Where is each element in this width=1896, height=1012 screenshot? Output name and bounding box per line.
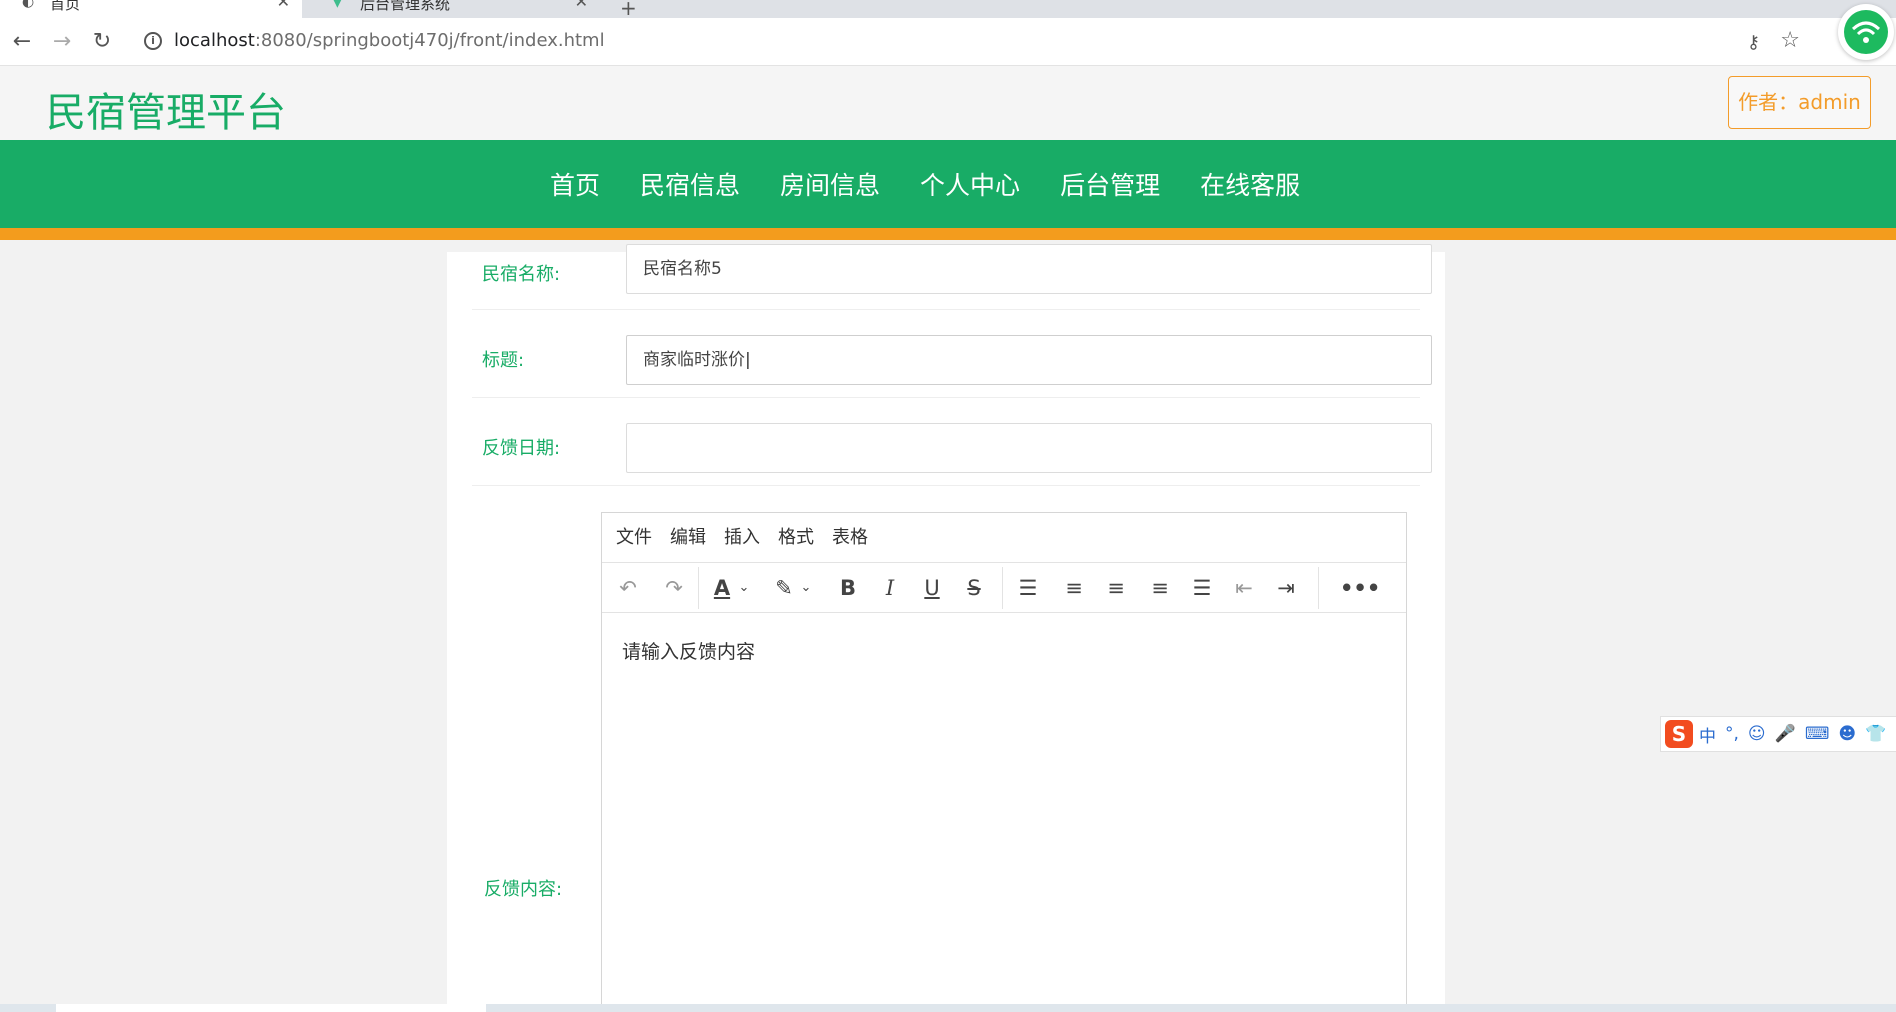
editor-toolbar: ↶ ↷ A ⌄ ✎ ⌄ B I U S ☰ ≡ ≡ ≡ ☰ ⇤ ⇥ ••• bbox=[602, 563, 1406, 613]
browser-tab-strip: ◐ 首页 ✕ ▼ 后台管理系统 ✕ + bbox=[0, 0, 1896, 20]
menu-edit[interactable]: 编辑 bbox=[670, 513, 706, 562]
new-tab-button[interactable]: + bbox=[620, 0, 637, 20]
site-title: 民宿管理平台 bbox=[46, 90, 286, 136]
content-label: 反馈内容: bbox=[484, 879, 563, 900]
line-height-icon[interactable]: ☰ bbox=[1012, 563, 1044, 613]
more-icon[interactable]: ••• bbox=[1340, 563, 1380, 613]
homestay-name-label: 民宿名称: bbox=[482, 264, 561, 285]
browser-tab-home[interactable]: ◐ 首页 ✕ bbox=[0, 0, 302, 18]
homestay-name-field[interactable]: 民宿名称5 bbox=[626, 244, 1432, 294]
italic-icon[interactable]: I bbox=[874, 563, 906, 613]
align-right-icon[interactable]: ≡ bbox=[1144, 563, 1176, 613]
forward-icon[interactable]: → bbox=[48, 28, 76, 56]
reload-icon[interactable]: ↻ bbox=[88, 28, 116, 56]
title-field[interactable]: 商家临时涨价| bbox=[626, 335, 1432, 385]
chevron-down-icon[interactable]: ⌄ bbox=[790, 563, 822, 613]
globe-icon: ◐ bbox=[22, 0, 35, 10]
browser-tab-label: 首页 bbox=[50, 0, 81, 13]
rich-text-editor: 文件 编辑 插入 格式 表格 ↶ ↷ A ⌄ ✎ ⌄ B I U S ☰ ≡ ≡… bbox=[601, 512, 1407, 1012]
bold-icon[interactable]: B bbox=[832, 563, 864, 613]
emoji-icon[interactable]: ☺ bbox=[1748, 724, 1766, 744]
bookmark-star-icon[interactable]: ☆ bbox=[1780, 28, 1800, 53]
align-justify-icon[interactable]: ☰ bbox=[1186, 563, 1218, 613]
form-row-title: 标题: 商家临时涨价| bbox=[472, 310, 1432, 398]
close-tab-icon[interactable]: ✕ bbox=[277, 0, 290, 10]
nav-item-homestay-info[interactable]: 民宿信息 bbox=[640, 166, 740, 202]
date-field[interactable] bbox=[626, 423, 1432, 473]
form-row-homestay-name: 民宿名称: 民宿名称5 bbox=[472, 244, 1432, 310]
redo-icon[interactable]: ↷ bbox=[658, 563, 690, 613]
form-row-date: 反馈日期: bbox=[472, 398, 1432, 486]
key-icon[interactable]: ⚷ bbox=[1747, 32, 1760, 53]
scrollbar-thumb[interactable] bbox=[56, 1004, 486, 1012]
underline-icon[interactable]: U bbox=[916, 563, 948, 613]
align-center-icon[interactable]: ≡ bbox=[1100, 563, 1132, 613]
ime-mode-toggle[interactable]: 中 bbox=[1699, 722, 1716, 747]
horizontal-scrollbar[interactable] bbox=[0, 1004, 1896, 1012]
ime-toolbar: S 中 °, ☺ 🎤 ⌨ ☻ 👕 bbox=[1660, 716, 1896, 752]
indent-icon[interactable]: ⇥ bbox=[1270, 563, 1302, 613]
menu-format[interactable]: 格式 bbox=[778, 513, 814, 562]
nav-item-home[interactable]: 首页 bbox=[550, 166, 600, 202]
vue-icon: ▼ bbox=[332, 0, 343, 10]
site-header: 民宿管理平台 作者：admin bbox=[0, 66, 1896, 140]
browser-toolbar: ← → ↻ i localhost:8080/springbootj470j/f… bbox=[0, 18, 1896, 66]
align-left-icon[interactable]: ≡ bbox=[1058, 563, 1090, 613]
main-nav: 首页 民宿信息 房间信息 个人中心 后台管理 在线客服 bbox=[0, 140, 1896, 240]
menu-table[interactable]: 表格 bbox=[832, 513, 868, 562]
editor-menubar: 文件 编辑 插入 格式 表格 bbox=[602, 513, 1406, 563]
nav-item-online-service[interactable]: 在线客服 bbox=[1200, 166, 1300, 202]
undo-icon[interactable]: ↶ bbox=[612, 563, 644, 613]
user-icon[interactable]: ☻ bbox=[1838, 724, 1856, 744]
nav-item-personal-center[interactable]: 个人中心 bbox=[920, 166, 1020, 202]
browser-tab-admin[interactable]: ▼ 后台管理系统 ✕ bbox=[310, 0, 600, 18]
browser-tab-label: 后台管理系统 bbox=[360, 0, 451, 13]
menu-insert[interactable]: 插入 bbox=[724, 513, 760, 562]
date-label: 反馈日期: bbox=[482, 438, 561, 459]
feedback-form: 民宿名称: 民宿名称5 标题: 商家临时涨价| 反馈日期: 反馈内容: 文件 编… bbox=[447, 244, 1445, 1012]
url-text[interactable]: localhost:8080/springbootj470j/front/ind… bbox=[174, 30, 605, 51]
wifi-icon bbox=[1844, 10, 1888, 54]
site-info-icon[interactable]: i bbox=[144, 32, 162, 50]
punctuation-icon[interactable]: °, bbox=[1725, 724, 1739, 744]
sogou-logo-icon[interactable]: S bbox=[1665, 720, 1693, 748]
skin-icon[interactable]: 👕 bbox=[1865, 724, 1886, 744]
close-tab-icon[interactable]: ✕ bbox=[575, 0, 588, 10]
menu-file[interactable]: 文件 bbox=[616, 513, 652, 562]
microphone-icon[interactable]: 🎤 bbox=[1775, 724, 1796, 744]
outdent-icon[interactable]: ⇤ bbox=[1228, 563, 1260, 613]
wifi-widget[interactable] bbox=[1838, 4, 1894, 60]
keyboard-icon[interactable]: ⌨ bbox=[1805, 724, 1830, 744]
title-label: 标题: bbox=[482, 350, 525, 371]
address-bar[interactable]: i localhost:8080/springbootj470j/front/i… bbox=[140, 24, 1830, 60]
nav-item-admin[interactable]: 后台管理 bbox=[1060, 166, 1160, 202]
back-icon[interactable]: ← bbox=[8, 28, 36, 56]
nav-item-room-info[interactable]: 房间信息 bbox=[780, 166, 880, 202]
strikethrough-icon[interactable]: S bbox=[958, 563, 990, 613]
author-button[interactable]: 作者：admin bbox=[1728, 76, 1871, 129]
editor-content-area[interactable]: 请输入反馈内容 bbox=[622, 637, 755, 664]
chevron-down-icon[interactable]: ⌄ bbox=[728, 563, 760, 613]
